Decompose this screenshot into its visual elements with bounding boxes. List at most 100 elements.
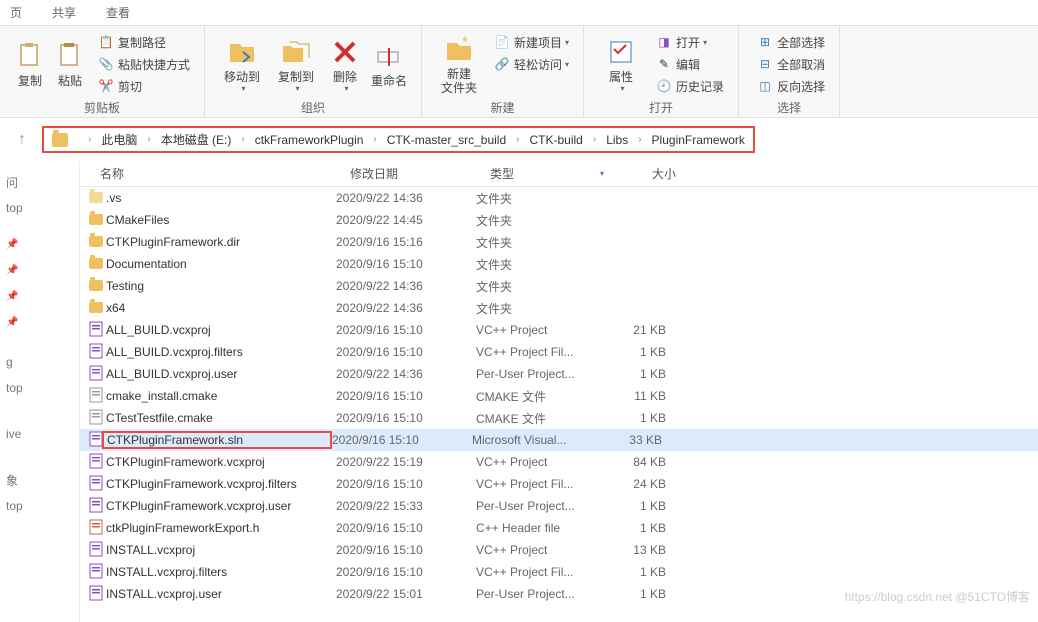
open-button[interactable]: ◨打开▾: [652, 31, 728, 53]
move-to-button[interactable]: 移动到▾: [215, 31, 269, 97]
file-row[interactable]: .vs2020/9/22 14:36文件夹: [80, 187, 1038, 209]
tab-home[interactable]: 页: [10, 4, 22, 21]
history-button[interactable]: 🕘历史记录: [652, 75, 728, 97]
file-row[interactable]: INSTALL.vcxproj2020/9/16 15:10VC++ Proje…: [80, 539, 1038, 561]
col-date[interactable]: 修改日期: [340, 165, 480, 182]
file-size: 21 KB: [606, 323, 666, 337]
bc-seg[interactable]: CTK-master_src_build: [387, 133, 506, 147]
file-icon: [86, 191, 106, 206]
paste-shortcut-button[interactable]: 📎粘贴快捷方式: [94, 53, 194, 75]
file-name: CTKPluginFramework.vcxproj.user: [106, 499, 336, 513]
nav-item[interactable]: top: [6, 493, 73, 519]
chevron-right-icon: ›: [373, 134, 376, 145]
properties-button[interactable]: 属性▾: [594, 31, 648, 97]
file-row[interactable]: ALL_BUILD.vcxproj2020/9/16 15:10VC++ Pro…: [80, 319, 1038, 341]
file-name: Documentation: [106, 257, 336, 271]
group-new: 新建 文件夹 📄新建项目▾ 🔗轻松访问▾ 新建: [422, 26, 584, 117]
file-date: 2020/9/16 15:10: [336, 543, 476, 557]
file-type: CMAKE 文件: [476, 410, 606, 427]
chevron-down-icon[interactable]: ▾: [600, 169, 604, 178]
select-none-button[interactable]: ⊟全部取消: [753, 53, 829, 75]
chevron-down-icon: ▾: [345, 84, 349, 93]
up-button[interactable]: ↑: [10, 131, 34, 149]
group-clipboard: 复制 粘贴 📋复制路径 📎粘贴快捷方式 ✂️剪切 剪贴板: [0, 26, 205, 117]
file-row[interactable]: CTKPluginFramework.vcxproj.filters2020/9…: [80, 473, 1038, 495]
file-name: ALL_BUILD.vcxproj.filters: [106, 345, 336, 359]
bc-seg[interactable]: ctkFrameworkPlugin: [255, 133, 364, 147]
breadcrumb[interactable]: › 此电脑› 本地磁盘 (E:)› ctkFrameworkPlugin› CT…: [42, 126, 755, 153]
col-name[interactable]: 名称: [80, 165, 340, 182]
file-icon: [86, 453, 106, 472]
copy-button[interactable]: 复制: [10, 31, 50, 97]
nav-item[interactable]: g: [6, 349, 73, 375]
shortcut-icon: 📎: [98, 56, 114, 72]
file-name: ALL_BUILD.vcxproj.user: [106, 367, 336, 381]
chevron-right-icon: ›: [241, 134, 244, 145]
rename-button[interactable]: 重命名: [367, 31, 411, 97]
file-icon: [86, 301, 106, 316]
file-name: CTKPluginFramework.sln: [102, 431, 332, 449]
properties-icon: [605, 36, 637, 68]
file-row[interactable]: CTKPluginFramework.vcxproj.user2020/9/22…: [80, 495, 1038, 517]
file-row[interactable]: INSTALL.vcxproj.user2020/9/22 15:01Per-U…: [80, 583, 1038, 605]
file-row[interactable]: ALL_BUILD.vcxproj.filters2020/9/16 15:10…: [80, 341, 1038, 363]
file-date: 2020/9/22 15:33: [336, 499, 476, 513]
file-name: INSTALL.vcxproj: [106, 543, 336, 557]
select-all-button[interactable]: ⊞全部选择: [753, 31, 829, 53]
chevron-down-icon: ▾: [565, 60, 569, 69]
file-type: Per-User Project...: [476, 587, 606, 601]
file-row[interactable]: x642020/9/22 14:36文件夹: [80, 297, 1038, 319]
bc-seg[interactable]: Libs: [606, 133, 628, 147]
invert-button[interactable]: ◫反向选择: [753, 75, 829, 97]
file-row[interactable]: Documentation2020/9/16 15:10文件夹: [80, 253, 1038, 275]
new-item-button[interactable]: 📄新建项目▾: [490, 31, 573, 53]
file-list: 名称 修改日期 类型▾ 大小 .vs2020/9/22 14:36文件夹CMak…: [80, 161, 1038, 622]
easy-access-button[interactable]: 🔗轻松访问▾: [490, 53, 573, 75]
file-row[interactable]: CTKPluginFramework.sln2020/9/16 15:10Mic…: [80, 429, 1038, 451]
nav-item[interactable]: top: [6, 195, 73, 221]
file-size: 24 KB: [606, 477, 666, 491]
col-size[interactable]: 大小: [610, 165, 690, 182]
nav-item[interactable]: top: [6, 375, 73, 401]
file-size: 1 KB: [606, 521, 666, 535]
file-icon: [86, 235, 106, 250]
bc-seg[interactable]: 此电脑: [101, 131, 137, 148]
copy-to-button[interactable]: 复制到▾: [269, 31, 323, 97]
file-row[interactable]: cmake_install.cmake2020/9/16 15:10CMAKE …: [80, 385, 1038, 407]
cut-button[interactable]: ✂️剪切: [94, 75, 194, 97]
file-icon: [86, 475, 106, 494]
copy-path-button[interactable]: 📋复制路径: [94, 31, 194, 53]
edit-button[interactable]: ✎编辑: [652, 53, 728, 75]
file-type: 文件夹: [476, 256, 606, 273]
nav-item[interactable]: 象: [6, 467, 73, 493]
easy-icon: 🔗: [494, 56, 510, 72]
file-name: ALL_BUILD.vcxproj: [106, 323, 336, 337]
file-icon: [86, 213, 106, 228]
file-type: Per-User Project...: [476, 499, 606, 513]
file-row[interactable]: ALL_BUILD.vcxproj.user2020/9/22 14:36Per…: [80, 363, 1038, 385]
chevron-down-icon: ▾: [703, 38, 707, 47]
file-row[interactable]: INSTALL.vcxproj.filters2020/9/16 15:10VC…: [80, 561, 1038, 583]
delete-button[interactable]: 删除▾: [323, 31, 367, 97]
file-icon: [86, 257, 106, 272]
nav-pane: 问 top 📌 📌 📌 📌 g top ive 象 top: [0, 161, 80, 622]
file-row[interactable]: CMakeFiles2020/9/22 14:45文件夹: [80, 209, 1038, 231]
file-row[interactable]: ctkPluginFrameworkExport.h2020/9/16 15:1…: [80, 517, 1038, 539]
bc-seg[interactable]: CTK-build: [529, 133, 582, 147]
bc-seg[interactable]: PluginFramework: [652, 133, 745, 147]
file-row[interactable]: CTestTestfile.cmake2020/9/16 15:10CMAKE …: [80, 407, 1038, 429]
nav-item[interactable]: 问: [6, 169, 73, 195]
tab-share[interactable]: 共享: [52, 4, 76, 21]
file-date: 2020/9/22 14:36: [336, 191, 476, 205]
paste-button[interactable]: 粘贴: [50, 31, 90, 97]
file-row[interactable]: CTKPluginFramework.dir2020/9/16 15:16文件夹: [80, 231, 1038, 253]
file-row[interactable]: Testing2020/9/22 14:36文件夹: [80, 275, 1038, 297]
nav-item[interactable]: ive: [6, 421, 73, 447]
new-folder-button[interactable]: 新建 文件夹: [432, 31, 486, 97]
col-type[interactable]: 类型▾: [480, 165, 610, 182]
tab-view[interactable]: 查看: [106, 4, 130, 21]
file-row[interactable]: CTKPluginFramework.vcxproj2020/9/22 15:1…: [80, 451, 1038, 473]
file-type: Microsoft Visual...: [472, 433, 602, 447]
bc-seg[interactable]: 本地磁盘 (E:): [161, 131, 232, 148]
chevron-down-icon: ▾: [296, 84, 300, 93]
